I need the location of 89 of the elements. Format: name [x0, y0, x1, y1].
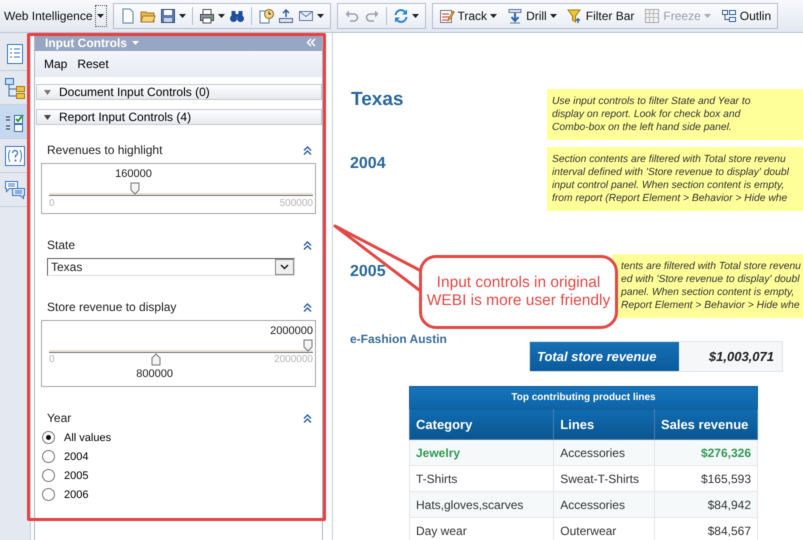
side-tab[interactable] [0, 105, 30, 139]
panel-title: Input Controls [45, 36, 127, 50]
radio-option[interactable]: 2005 [42, 469, 316, 482]
collapse-icon[interactable] [303, 240, 312, 250]
slider-max: 2000000 [274, 354, 313, 365]
document-clock-button[interactable] [258, 6, 274, 26]
printer-icon [198, 8, 214, 24]
column-header: Sales revenue [654, 408, 758, 440]
drill-button[interactable]: Drill [507, 6, 557, 26]
undo-icon [344, 8, 360, 24]
document-button[interactable] [120, 6, 136, 26]
control-label: Store revenue to display [47, 300, 176, 314]
table-cell: Day wear [410, 518, 554, 540]
table-title: Top contributing product lines [410, 386, 758, 408]
control-label: Revenues to highlight [47, 143, 162, 157]
app-menu[interactable]: Web Intelligence [4, 6, 92, 26]
envelope-icon [298, 8, 314, 24]
document-clock-icon [258, 8, 274, 24]
export-tray-button[interactable] [278, 6, 294, 26]
total-label: Total store revenue [530, 342, 679, 371]
funnel-icon [566, 8, 583, 24]
radio-option[interactable]: 2006 [42, 488, 316, 501]
control-label: State [47, 238, 76, 252]
outline-icon [720, 8, 737, 24]
table-cell: Accessories [554, 440, 654, 466]
triangle-icon [44, 114, 51, 120]
dropdown-button[interactable] [94, 5, 106, 27]
slider-value: 800000 [136, 368, 173, 380]
section-heading: 2005 [350, 263, 386, 281]
note-text: Use input controls to filter State and Year to display on report. Look for check box and Combo-box on the left hand side panel. [552, 95, 752, 134]
help-icon [4, 144, 26, 166]
radio-option[interactable]: 2004 [42, 450, 316, 463]
caret-icon [132, 40, 139, 44]
radio-option[interactable]: All values [42, 431, 316, 444]
redo-icon [364, 8, 380, 24]
table-cell: Jewelry [410, 440, 554, 466]
state-dropdown[interactable]: Texas [47, 258, 295, 276]
refresh-icon [392, 8, 408, 24]
slider-value: 160000 [115, 168, 152, 180]
table-cell: $84,942 [654, 492, 758, 518]
column-header: Category [410, 408, 554, 440]
slider-min: 0 [49, 354, 55, 365]
document-list-icon [4, 42, 26, 64]
collapse-icon[interactable] [303, 302, 312, 312]
grid-icon [644, 8, 660, 24]
outline-button[interactable]: Outlin [720, 6, 772, 26]
tree-icon [4, 76, 26, 98]
section-header[interactable]: Report Input Controls (4) [36, 109, 322, 125]
slider-thumb[interactable] [130, 182, 140, 195]
triangle-icon [44, 90, 51, 94]
section-header[interactable]: Document Input Controls (0) [36, 84, 322, 100]
slider-thumb[interactable] [150, 353, 161, 366]
collapse-icon[interactable] [303, 414, 312, 422]
slider-track[interactable] [49, 182, 313, 198]
binoculars-icon [228, 8, 244, 24]
slider-min: 0 [49, 198, 55, 209]
report-title: Texas [351, 89, 404, 111]
menu-item[interactable]: Reset [77, 57, 109, 71]
slider-thumb[interactable] [303, 339, 313, 352]
control-label: Year [47, 411, 72, 425]
table-cell: $276,326 [654, 440, 758, 466]
table-cell: Accessories [554, 492, 654, 518]
speech-bubbles-icon [4, 178, 26, 200]
note-text: Section contents are filtered with Total store revenu interval defined with 'Store revenue to display' doubl input control panel. When section content is empty, from report (Report Element > Behavior > Hide whe [552, 153, 790, 205]
track-button[interactable]: Track [438, 6, 498, 26]
total-value: $1,003,071 [679, 342, 782, 371]
column-header: Lines [554, 408, 654, 440]
table-cell: Hats,gloves,scarves [410, 492, 554, 518]
floppy-disk-button[interactable] [160, 6, 186, 26]
drill-down-icon [507, 8, 524, 24]
menu-item[interactable]: Map [44, 57, 68, 71]
caret-icon [97, 14, 104, 18]
chevron-down-icon [280, 264, 289, 270]
caret-icon [178, 14, 186, 18]
caret-icon [316, 14, 324, 18]
section-heading: 2004 [350, 155, 386, 173]
export-tray-icon [278, 8, 294, 24]
pencil-document-icon [438, 8, 454, 24]
document-icon [120, 8, 136, 24]
store-name: e-Fashion Austin [350, 332, 447, 346]
slider-max: 500000 [280, 198, 313, 209]
filter-button[interactable]: Filter Bar [566, 6, 634, 26]
refresh-button[interactable] [392, 6, 418, 26]
slider-value: 2000000 [270, 325, 313, 337]
caret-icon [412, 14, 418, 18]
collapse-icon[interactable] [303, 146, 312, 154]
caret-icon [218, 14, 224, 18]
note-text: tents are filtered with Total store revenu ed with 'Store revenue to display' doubl panel. When section content is empty, Report Element > Behavior > Hide whe [621, 260, 802, 312]
printer-button[interactable] [198, 6, 224, 26]
